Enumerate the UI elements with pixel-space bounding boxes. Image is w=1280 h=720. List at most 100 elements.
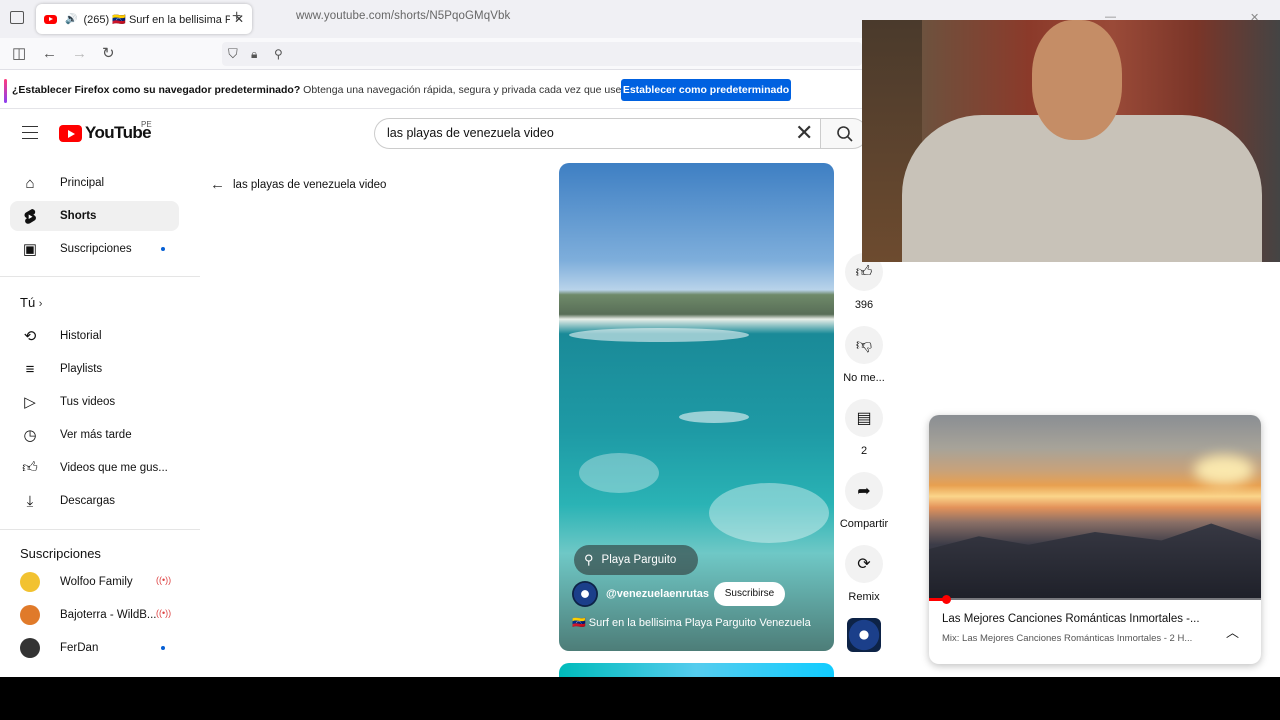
sidebar-item-label: Historial [60, 330, 102, 342]
wave-foam [579, 453, 659, 493]
wave-foam [679, 411, 749, 423]
share-label: Compartir [839, 518, 889, 530]
url-text[interactable]: www.youtube.com/shorts/N5PqoGMqVbk [296, 10, 510, 22]
chevron-up-icon[interactable]: ︿ [1226, 622, 1239, 641]
search-value[interactable]: las playas de venezuela video [387, 126, 554, 140]
forward-icon: → [72, 45, 87, 62]
short-title[interactable]: 🇻🇪 Surf en la bellisima Playa Parguito V… [572, 616, 811, 629]
subscribe-button[interactable]: Suscribirse [714, 582, 785, 606]
watch-later-icon: ◷ [23, 427, 37, 444]
browser-window: 🔊 (265) 🇻🇪 Surf en la bellisima Playa Pa… [0, 0, 1280, 677]
dislike-label: No me... [843, 372, 885, 384]
sidebar-item-playlists[interactable]: ≡ Playlists [10, 354, 179, 384]
location-chip[interactable]: ⚲ Playa Parguito [574, 545, 698, 575]
new-content-dot [161, 646, 165, 650]
dislike-icon[interactable]: 👎︎ [845, 326, 883, 364]
sidebar-item-label: Descargas [60, 495, 115, 507]
sidebar-item-label: Bajoterra - WildB... [60, 609, 157, 621]
arrow-left-icon: ← [210, 176, 225, 193]
miniplayer-progress[interactable] [929, 598, 1261, 601]
sidebar-item-descargas[interactable]: ⤓ Descargas [10, 486, 179, 516]
sidebar-section-you[interactable]: Tú › [20, 295, 42, 310]
sidebar-toggle-icon[interactable]: ◫ [12, 44, 26, 64]
reload-icon[interactable]: ↻ [102, 44, 115, 64]
dislike-action[interactable]: 👎︎ No me... [843, 326, 885, 384]
location-pin-icon: ⚲ [584, 552, 594, 567]
shield-icon[interactable]: ⛉ [228, 44, 238, 64]
sidebar-item-label: Playlists [60, 363, 103, 375]
set-default-button[interactable]: Establecer como predeterminado [621, 79, 791, 101]
back-to-search-label: las playas de venezuela video [233, 178, 387, 191]
webcam-overlay [862, 20, 1280, 262]
live-icon: ((•)) [156, 575, 172, 585]
shorts-icon [21, 207, 39, 225]
sunset-sun [1194, 455, 1254, 485]
wave-foam [569, 328, 749, 342]
notification-message: ¿Establecer Firefox como su navegador pr… [12, 84, 658, 96]
sidebar-item-ver-mas-tarde[interactable]: ◷ Ver más tarde [10, 420, 179, 450]
sidebar-item-shorts[interactable]: Shorts [10, 201, 179, 231]
notification-accent [4, 79, 7, 103]
search-button[interactable] [820, 118, 868, 149]
back-icon[interactable]: ← [42, 44, 57, 64]
short-video-player[interactable] [559, 163, 834, 651]
sidebar-sub-wolfoo-family[interactable]: Wolfoo Family ((•)) [10, 567, 179, 597]
sunset-mountains [929, 523, 1261, 600]
comment-icon[interactable]: ▤ [845, 399, 883, 437]
miniplayer[interactable]: Las Mejores Canciones Románticas Inmorta… [929, 415, 1261, 664]
channel-name[interactable]: @venezuelaenrutas [606, 588, 709, 600]
comments-action[interactable]: ▤ 2 [845, 399, 883, 457]
clear-search-icon[interactable]: ✕ [795, 120, 813, 146]
live-icon: ((•)) [156, 608, 172, 618]
avatar [20, 605, 40, 625]
sidebar-sub-ferdan[interactable]: FerDan [10, 633, 179, 663]
tab-active[interactable]: 🔊 (265) 🇻🇪 Surf en la bellisima Playa Pa… [36, 4, 252, 34]
youtube-logo-icon[interactable] [59, 125, 82, 142]
remix-action[interactable]: ⟳ Remix [845, 545, 883, 603]
sidebar-item-tus-videos[interactable]: ▷ Tus videos [10, 387, 179, 417]
permissions-icon[interactable]: ⚲ [274, 44, 283, 64]
speaker-icon[interactable]: 🔊 [65, 14, 77, 25]
miniplayer-video[interactable] [929, 415, 1261, 600]
youtube-favicon-icon [44, 14, 57, 24]
guide-menu-icon[interactable] [22, 126, 38, 139]
search-icon [837, 126, 853, 142]
miniplayer-subtitle: Mix: Las Mejores Canciones Románticas In… [942, 633, 1193, 644]
sidebar-item-label: Wolfoo Family [60, 576, 133, 588]
back-to-search[interactable]: ← las playas de venezuela video [210, 176, 386, 193]
sidebar-item-label: FerDan [60, 642, 99, 654]
sidebar-section-subscriptions: Suscripciones [20, 546, 101, 561]
tab-list-icon[interactable] [10, 11, 24, 24]
sidebar-item-suscripciones[interactable]: ▣ Suscripciones [10, 234, 179, 264]
like-count: 396 [854, 299, 874, 311]
tab-title: (265) 🇻🇪 Surf en la bellisima Playa Parg… [83, 13, 230, 26]
avatar [20, 638, 40, 658]
sidebar-item-videos-que-me-gustan[interactable]: 👍︎ Videos que me gus... [10, 453, 179, 483]
miniplayer-title[interactable]: Las Mejores Canciones Románticas Inmorta… [942, 613, 1212, 625]
sidebar-divider [0, 276, 200, 277]
avatar [20, 572, 40, 592]
lock-icon[interactable]: 🔒︎ [251, 44, 257, 64]
miniplayer-scrubber[interactable] [941, 595, 951, 604]
next-short-preview[interactable] [559, 663, 834, 677]
sidebar-sub-bajoterra[interactable]: Bajoterra - WildB... ((•)) [10, 600, 179, 630]
channel-avatar[interactable] [572, 581, 598, 607]
sound-channel-avatar[interactable] [847, 618, 881, 652]
new-content-dot [161, 247, 165, 251]
sidebar-item-label: Shorts [60, 210, 97, 222]
subscriptions-icon: ▣ [22, 241, 38, 258]
playlists-icon: ≡ [25, 360, 35, 378]
sidebar-item-label: Videos que me gus... [60, 462, 168, 474]
chevron-right-icon: › [38, 298, 43, 310]
remix-icon[interactable]: ⟳ [845, 545, 883, 583]
sidebar-item-historial[interactable]: ⟲ Historial [10, 321, 179, 351]
share-icon[interactable]: ➦ [845, 472, 883, 510]
share-action[interactable]: ➦ Compartir [840, 472, 888, 530]
country-code: PE [141, 120, 152, 129]
new-tab-icon[interactable]: + [232, 8, 241, 26]
url-bar[interactable] [222, 42, 862, 66]
comment-count: 2 [860, 445, 868, 457]
sidebar-item-principal[interactable]: ⌂ Principal [10, 168, 179, 198]
downloads-icon: ⤓ [26, 492, 34, 510]
your-videos-icon: ▷ [24, 394, 36, 411]
